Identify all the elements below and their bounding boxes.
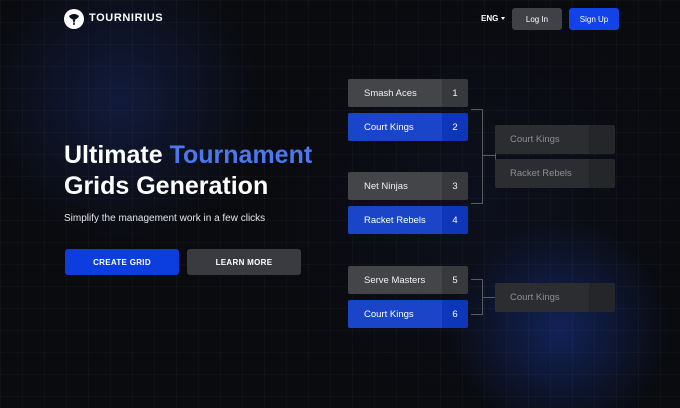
hero-title-prefix: Ultimate [64, 141, 170, 169]
brand-name[interactable]: TOURNIRIUS [89, 12, 163, 24]
team-name: Racket Rebels [348, 206, 442, 234]
team-seed: 3 [442, 172, 468, 200]
hero-title-line2: Grids Generation [64, 172, 269, 200]
language-selector[interactable]: ENG [481, 14, 506, 23]
bracket-team-slot[interactable]: Serve Masters 5 [348, 266, 468, 294]
hero-subtitle: Simplify the management work in a few cl… [64, 213, 266, 224]
team-seed: 5 [442, 266, 468, 294]
background-grid [0, 0, 680, 408]
chevron-down-icon [501, 17, 506, 20]
hero-title: Ultimate Tournament Grids Generation [64, 140, 312, 202]
team-name: Serve Masters [348, 266, 442, 294]
learn-more-button[interactable]: LEARN MORE [187, 249, 301, 275]
bracket-connector [471, 109, 483, 204]
language-label: ENG [481, 14, 499, 23]
team-name: Court Kings [495, 283, 589, 312]
team-name: Racket Rebels [495, 159, 589, 188]
hero-title-accent: Tournament [169, 141, 313, 169]
bracket-connector [471, 279, 483, 315]
bracket-team-slot[interactable]: Smash Aces 1 [348, 79, 468, 107]
team-name: Court Kings [348, 113, 442, 141]
bracket-next-round-slot[interactable]: Racket Rebels [495, 159, 615, 188]
bracket-connector [483, 297, 495, 298]
logo-icon[interactable] [64, 9, 84, 29]
team-seed: 6 [442, 300, 468, 328]
signup-button[interactable]: Sign Up [569, 8, 619, 30]
login-button[interactable]: Log In [512, 8, 562, 30]
team-name: Court Kings [495, 125, 589, 154]
top-navbar: TOURNIRIUS ENG Log In Sign Up [0, 0, 680, 38]
team-seed [589, 283, 615, 312]
bracket-team-slot[interactable]: Court Kings 2 [348, 113, 468, 141]
bracket-next-round-slot[interactable]: Court Kings [495, 283, 615, 312]
team-name: Court Kings [348, 300, 442, 328]
create-grid-button[interactable]: CREATE GRID [65, 249, 179, 275]
bracket-connector [483, 155, 495, 156]
team-seed [589, 125, 615, 154]
team-seed: 4 [442, 206, 468, 234]
team-seed [589, 159, 615, 188]
team-name: Smash Aces [348, 79, 442, 107]
team-seed: 1 [442, 79, 468, 107]
bracket-team-slot[interactable]: Court Kings 6 [348, 300, 468, 328]
team-name: Net Ninjas [348, 172, 442, 200]
bracket-team-slot[interactable]: Racket Rebels 4 [348, 206, 468, 234]
bracket-team-slot[interactable]: Net Ninjas 3 [348, 172, 468, 200]
team-seed: 2 [442, 113, 468, 141]
bracket-next-round-slot[interactable]: Court Kings [495, 125, 615, 154]
